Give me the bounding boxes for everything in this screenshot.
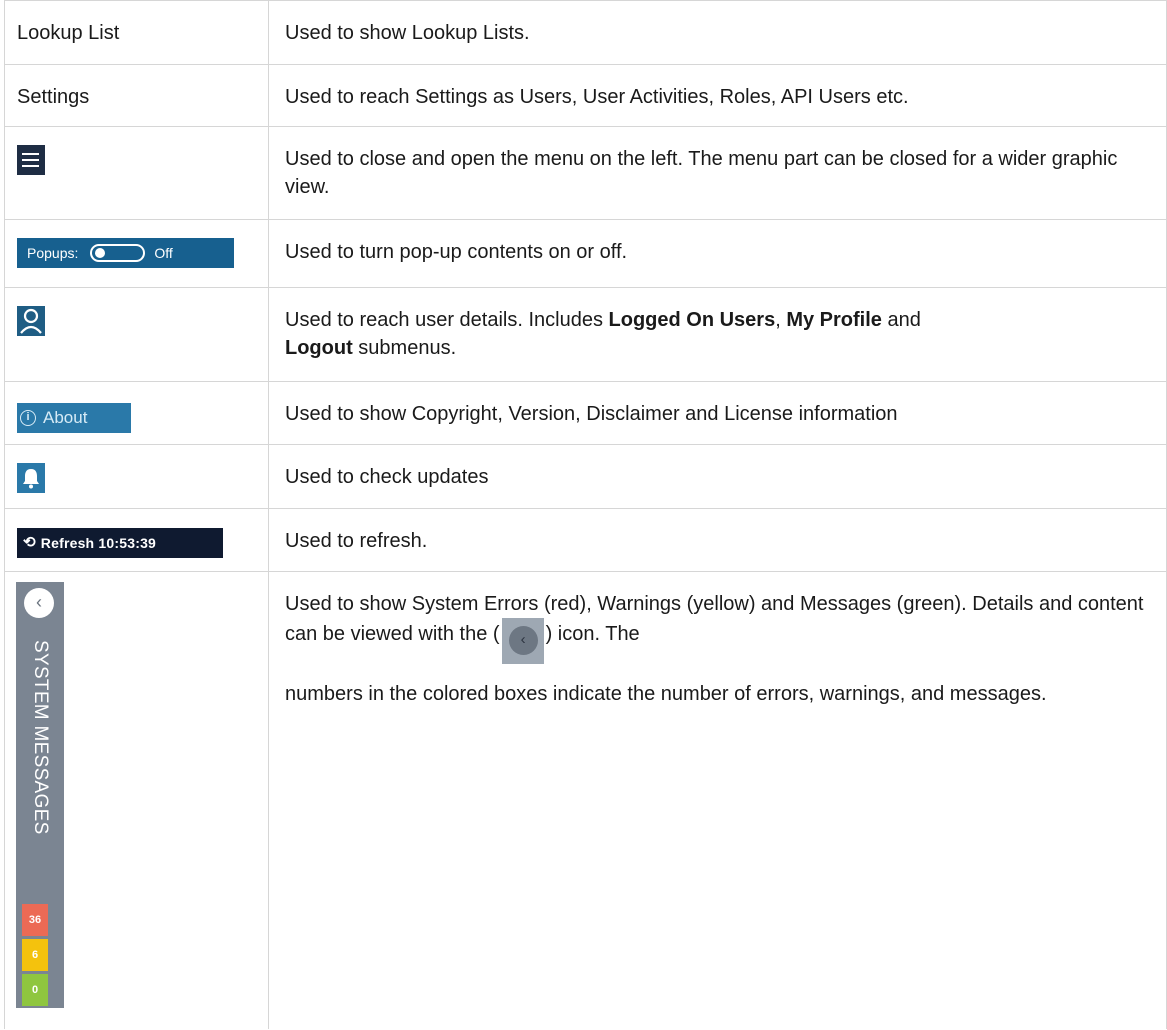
chevron-left-icon: ‹ bbox=[501, 618, 544, 664]
system-messages-desc-text: numbers in the colored boxes indicate th… bbox=[285, 683, 1047, 705]
warning-count-badge: 6 bbox=[22, 939, 48, 971]
about-label: About bbox=[43, 408, 88, 427]
settings-label: Settings bbox=[4, 64, 269, 127]
system-messages-cell: ‹ SYSTEM MESSAGES 36 6 0 bbox=[4, 571, 269, 1029]
bell-icon bbox=[17, 463, 45, 493]
toggle-switch-icon bbox=[90, 244, 146, 262]
popups-label: Popups: bbox=[27, 245, 79, 261]
refresh-label: Refresh 10:53:39 bbox=[40, 535, 157, 551]
table-row: Used to reach user details. Includes Log… bbox=[4, 287, 1167, 382]
refresh-icon: ⟲ bbox=[23, 534, 36, 551]
logout-term: Logout bbox=[285, 337, 353, 359]
user-desc-text: and bbox=[881, 309, 921, 331]
hamburger-menu-icon bbox=[17, 145, 45, 175]
feature-table: Lookup List Used to show Lookup Lists. S… bbox=[4, 0, 1167, 1029]
table-row: Settings Used to reach Settings as Users… bbox=[4, 64, 1167, 127]
user-desc-text: Used to reach user details. Includes bbox=[285, 309, 609, 331]
my-profile-term: My Profile bbox=[786, 309, 882, 331]
chevron-left-icon: ‹ bbox=[24, 588, 54, 618]
menu-description: Used to close and open the menu on the l… bbox=[268, 126, 1167, 220]
table-row: ‹ SYSTEM MESSAGES 36 6 0 Used to show Sy… bbox=[4, 571, 1167, 1029]
user-desc-text: submenus. bbox=[352, 337, 457, 359]
system-messages-bar: ‹ SYSTEM MESSAGES 36 6 0 bbox=[16, 582, 64, 1008]
popups-description: Used to turn pop-up contents on or off. bbox=[268, 219, 1167, 288]
table-row: Popups: Off Used to turn pop-up contents… bbox=[4, 219, 1167, 288]
user-icon bbox=[17, 306, 45, 336]
refresh-description: Used to refresh. bbox=[268, 508, 1167, 572]
table-row: Used to check updates bbox=[4, 444, 1167, 509]
system-messages-title: SYSTEM MESSAGES bbox=[30, 640, 51, 835]
refresh-cell: ⟲ Refresh 10:53:39 bbox=[4, 508, 269, 572]
about-button: i About bbox=[17, 403, 131, 433]
lookup-list-label: Lookup List bbox=[4, 0, 269, 65]
lookup-list-description: Used to show Lookup Lists. bbox=[268, 0, 1167, 65]
popups-state: Off bbox=[154, 245, 173, 261]
refresh-button: ⟲ Refresh 10:53:39 bbox=[17, 528, 223, 558]
table-row: Lookup List Used to show Lookup Lists. bbox=[4, 0, 1167, 65]
popups-toggle: Popups: Off bbox=[17, 238, 234, 268]
system-messages-desc-text: Used to show System Errors (red), Warnin… bbox=[285, 593, 1144, 645]
error-count-badge: 36 bbox=[22, 904, 48, 936]
popups-cell: Popups: Off bbox=[4, 219, 269, 288]
user-desc-text: , bbox=[775, 309, 787, 331]
table-row: Used to close and open the menu on the l… bbox=[4, 126, 1167, 220]
about-description: Used to show Copyright, Version, Disclai… bbox=[268, 381, 1167, 445]
info-icon: i bbox=[20, 410, 36, 426]
settings-description: Used to reach Settings as Users, User Ac… bbox=[268, 64, 1167, 127]
system-messages-desc-text: ) icon. The bbox=[545, 623, 640, 645]
menu-cell bbox=[4, 126, 269, 220]
logged-on-users-term: Logged On Users bbox=[608, 309, 776, 331]
table-row: ⟲ Refresh 10:53:39 Used to refresh. bbox=[4, 508, 1167, 572]
message-count-badge: 0 bbox=[22, 974, 48, 1006]
table-row: i About Used to show Copyright, Version,… bbox=[4, 381, 1167, 445]
system-messages-description: Used to show System Errors (red), Warnin… bbox=[268, 571, 1167, 1029]
updates-cell bbox=[4, 444, 269, 509]
user-description: Used to reach user details. Includes Log… bbox=[268, 287, 1167, 382]
updates-description: Used to check updates bbox=[268, 444, 1167, 509]
user-cell bbox=[4, 287, 269, 382]
about-cell: i About bbox=[4, 381, 269, 445]
